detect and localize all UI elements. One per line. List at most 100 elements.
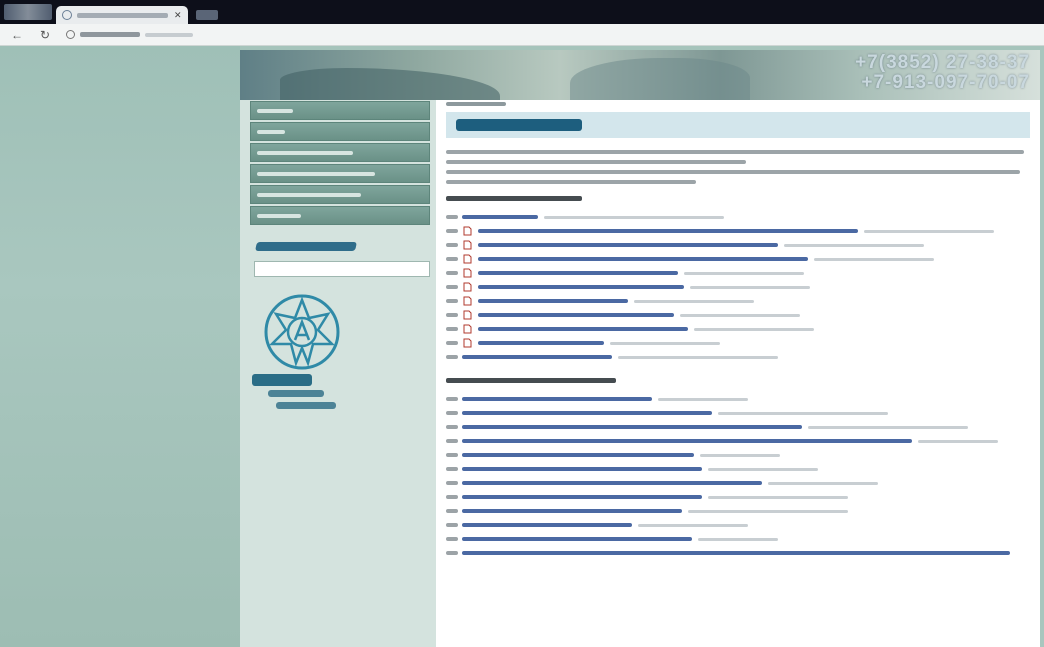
- breadcrumb[interactable]: [446, 100, 1030, 108]
- site-header-banner: +7(3852) 27-38-37 +7-913-097-70-07: [240, 50, 1040, 100]
- document-link-row[interactable]: [446, 532, 1030, 546]
- document-meta: [708, 467, 818, 471]
- document-link-row[interactable]: [446, 294, 1030, 308]
- document-number: [446, 229, 458, 233]
- address-bar-path[interactable]: [145, 32, 193, 37]
- document-meta: [698, 537, 778, 541]
- sidebar-menu-item[interactable]: [250, 164, 430, 183]
- document-meta: [694, 327, 814, 331]
- document-link-row[interactable]: [446, 504, 1030, 518]
- document-link-row[interactable]: [446, 476, 1030, 490]
- education-caption[interactable]: [252, 374, 312, 386]
- banner-image-shape: [280, 68, 500, 100]
- document-link[interactable]: [462, 481, 762, 485]
- document-number: [446, 355, 458, 359]
- document-link-row[interactable]: [446, 420, 1030, 434]
- document-link[interactable]: [462, 215, 538, 219]
- document-link-row[interactable]: [446, 224, 1030, 238]
- document-link-row[interactable]: [446, 252, 1030, 266]
- document-link[interactable]: [462, 425, 802, 429]
- pdf-icon: [462, 338, 472, 348]
- browser-toolbar: ← ↻: [0, 24, 1044, 46]
- document-link[interactable]: [478, 313, 674, 317]
- pdf-icon: [462, 254, 472, 264]
- document-meta: [768, 481, 878, 485]
- document-link[interactable]: [462, 411, 712, 415]
- reload-icon[interactable]: ↻: [38, 28, 52, 42]
- document-meta: [814, 257, 934, 261]
- browser-tab[interactable]: ✕: [56, 6, 188, 24]
- document-link[interactable]: [462, 453, 694, 457]
- document-link-row[interactable]: [446, 462, 1030, 476]
- document-link[interactable]: [462, 467, 702, 471]
- document-link-row[interactable]: [446, 266, 1030, 280]
- intro-paragraph: [446, 150, 1030, 164]
- sidebar-menu-item[interactable]: [250, 185, 430, 204]
- document-link-row[interactable]: [446, 308, 1030, 322]
- document-number: [446, 453, 458, 457]
- document-link[interactable]: [478, 257, 808, 261]
- document-link[interactable]: [478, 243, 778, 247]
- document-link-row[interactable]: [446, 518, 1030, 532]
- document-meta: [808, 425, 968, 429]
- address-bar[interactable]: [80, 32, 140, 37]
- education-emblem-icon[interactable]: [262, 292, 342, 372]
- site-search-input[interactable]: [254, 261, 430, 277]
- document-link-row[interactable]: [446, 546, 1030, 560]
- document-link-row[interactable]: [446, 322, 1030, 336]
- document-link[interactable]: [478, 271, 678, 275]
- document-number: [446, 411, 458, 415]
- document-link-row[interactable]: [446, 210, 1030, 224]
- document-meta: [690, 285, 810, 289]
- document-link[interactable]: [462, 439, 912, 443]
- document-number: [446, 285, 458, 289]
- document-link[interactable]: [462, 495, 702, 499]
- sidebar-menu-item[interactable]: [250, 206, 430, 225]
- os-taskbar-icons: [4, 4, 52, 20]
- page-title: [446, 112, 1030, 138]
- document-link[interactable]: [478, 299, 628, 303]
- document-link[interactable]: [478, 341, 604, 345]
- document-link[interactable]: [462, 537, 692, 541]
- document-link-row[interactable]: [446, 280, 1030, 294]
- site-info-icon[interactable]: [66, 30, 75, 39]
- page-background: [0, 46, 240, 647]
- document-link[interactable]: [462, 509, 682, 513]
- document-link-row[interactable]: [446, 448, 1030, 462]
- document-link[interactable]: [478, 229, 858, 233]
- document-link[interactable]: [462, 397, 652, 401]
- document-link-row[interactable]: [446, 392, 1030, 406]
- document-link[interactable]: [462, 523, 632, 527]
- document-meta: [638, 523, 748, 527]
- back-arrow-icon[interactable]: ←: [10, 28, 24, 42]
- document-link-row[interactable]: [446, 490, 1030, 504]
- document-meta: [544, 215, 724, 219]
- document-number: [446, 439, 458, 443]
- document-link[interactable]: [462, 551, 1010, 555]
- sidebar-menu-item[interactable]: [250, 143, 430, 162]
- document-link[interactable]: [478, 285, 684, 289]
- pdf-icon: [462, 310, 472, 320]
- close-tab-icon[interactable]: ✕: [174, 11, 182, 20]
- new-tab-button[interactable]: [196, 10, 218, 20]
- document-link-row[interactable]: [446, 336, 1030, 350]
- document-link-row[interactable]: [446, 350, 1030, 364]
- tab-title: [77, 12, 168, 18]
- document-meta: [918, 439, 998, 443]
- document-link-row[interactable]: [446, 406, 1030, 420]
- sidebar-menu-item[interactable]: [250, 101, 430, 120]
- document-number: [446, 481, 458, 485]
- document-number: [446, 397, 458, 401]
- document-link-row[interactable]: [446, 238, 1030, 252]
- sidebar-menu-item[interactable]: [250, 122, 430, 141]
- document-number: [446, 313, 458, 317]
- document-number: [446, 537, 458, 541]
- menu-item-label: [257, 213, 301, 218]
- document-link[interactable]: [462, 355, 612, 359]
- phone-number: +7-913-097-70-07: [861, 72, 1030, 93]
- pdf-icon: [462, 324, 472, 334]
- document-link[interactable]: [478, 327, 688, 331]
- text-line: [446, 160, 746, 164]
- document-meta: [684, 271, 804, 275]
- document-link-row[interactable]: [446, 434, 1030, 448]
